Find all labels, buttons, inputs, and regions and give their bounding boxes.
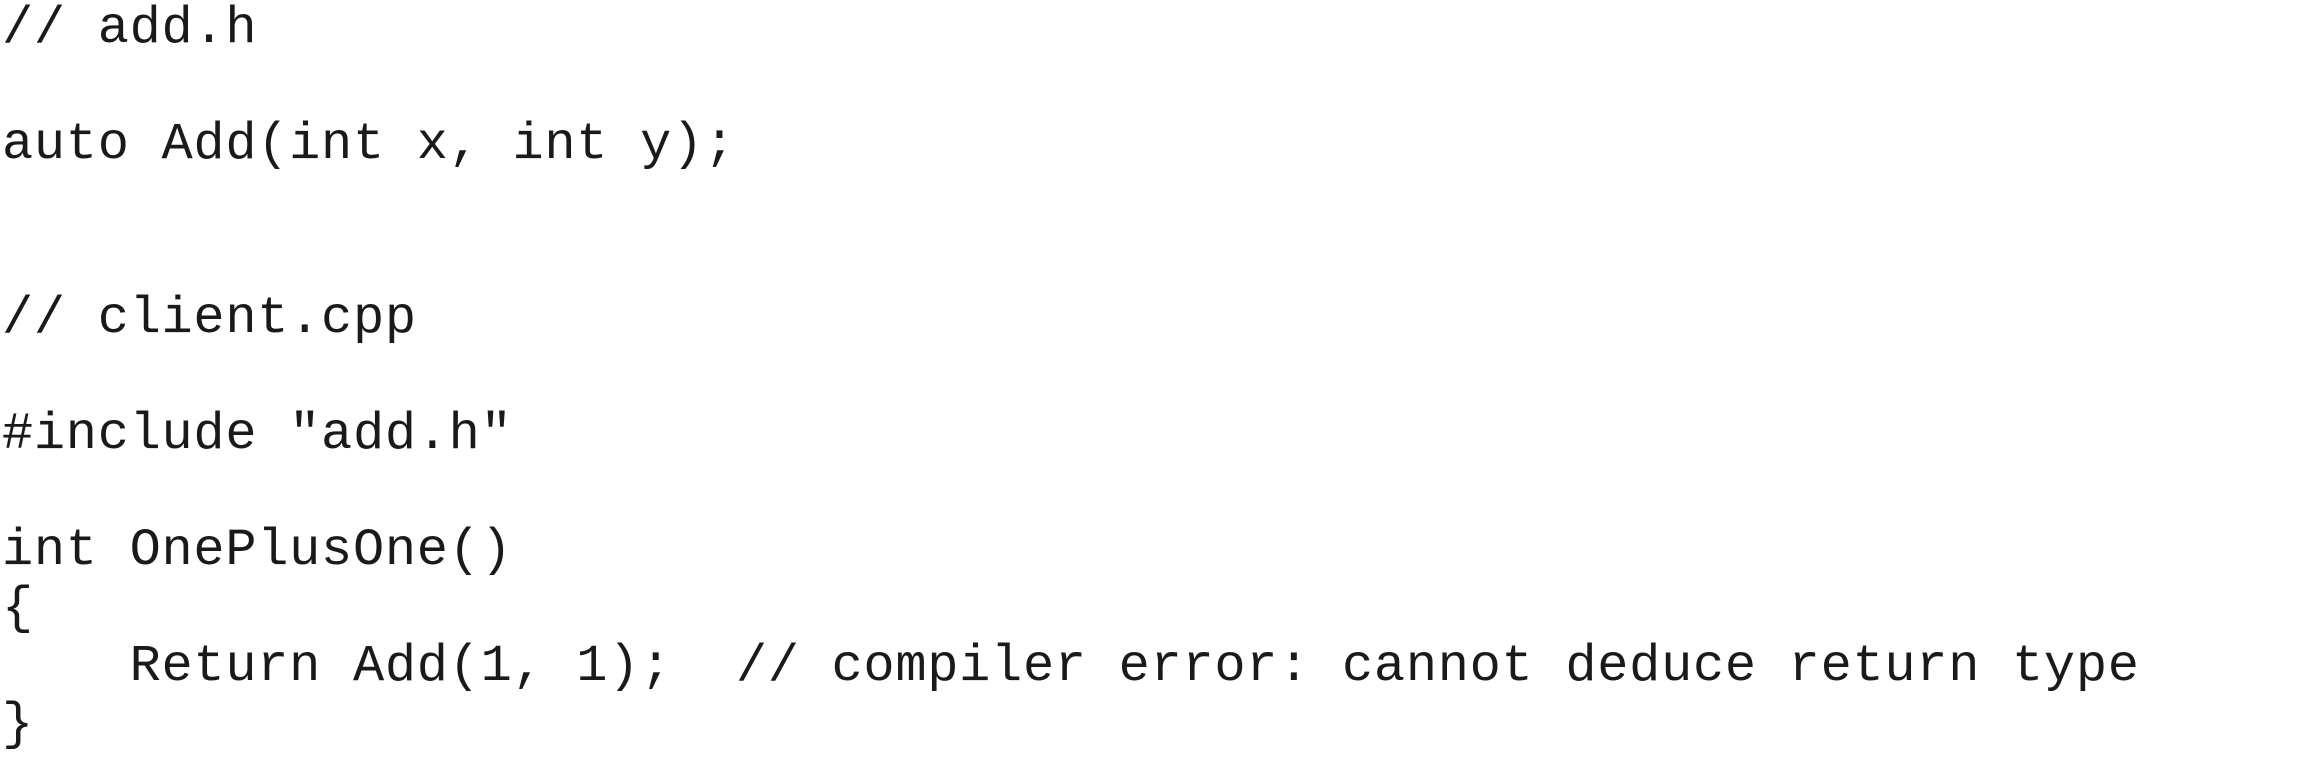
code-line-function-signature: int OnePlusOne() (2, 521, 513, 580)
code-line-close-brace: } (2, 695, 34, 754)
code-line-open-brace: { (2, 579, 34, 638)
code-line-declaration: auto Add(int x, int y); (2, 115, 736, 174)
code-line-client-comment: // client.cpp (2, 289, 417, 348)
code-listing: // add.h auto Add(int x, int y); // clie… (2, 0, 2139, 754)
code-line-header-comment: // add.h (2, 0, 258, 58)
code-line-include: #include "add.h" (2, 405, 513, 464)
code-line-return-statement: Return Add(1, 1); // compiler error: can… (2, 637, 2140, 696)
